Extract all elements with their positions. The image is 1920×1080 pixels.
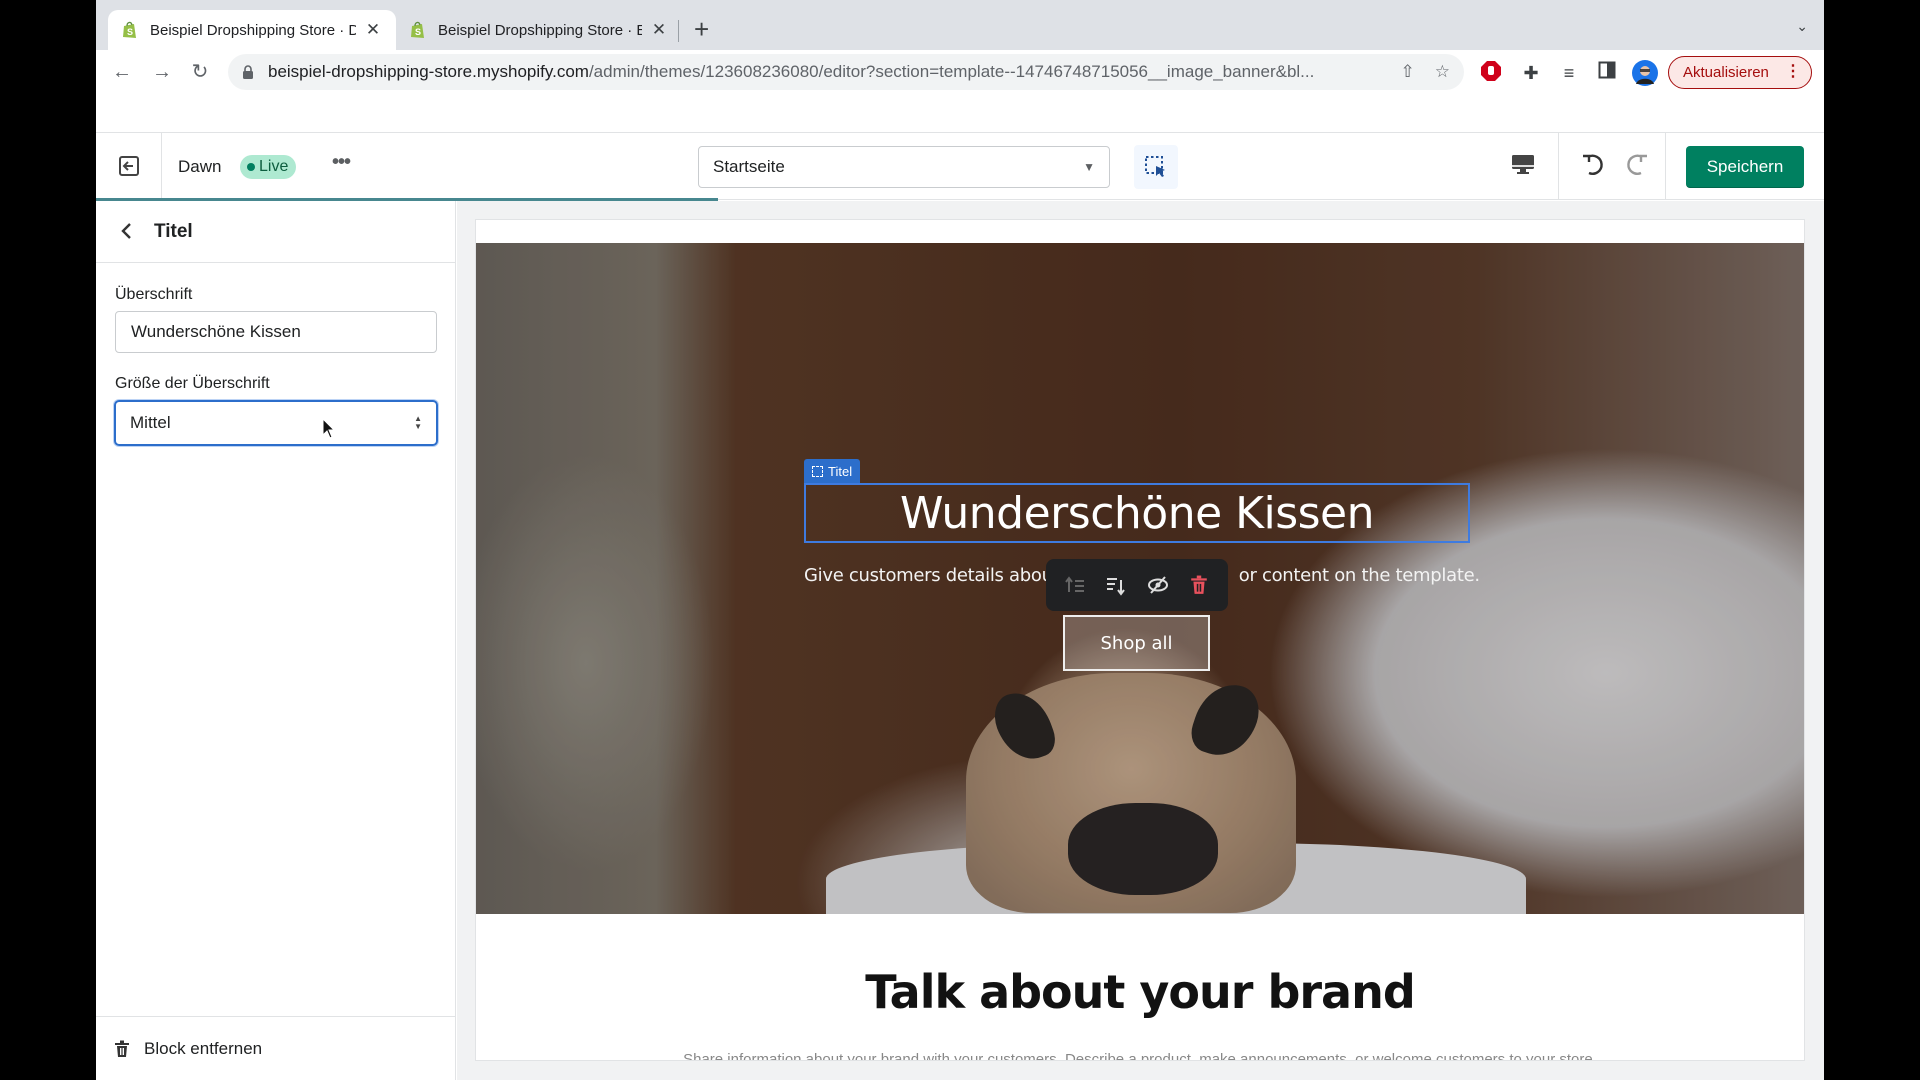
- svg-text:S: S: [415, 27, 421, 37]
- brand-heading: Talk about your brand: [865, 965, 1416, 1019]
- tab-search-icon[interactable]: ⌄: [1796, 18, 1808, 35]
- undo-button[interactable]: [1580, 151, 1610, 181]
- address-bar[interactable]: beispiel-dropshipping-store.myshopify.co…: [228, 54, 1464, 90]
- tab-title: Beispiel Dropshipping Store · E: [438, 21, 642, 39]
- eye-slash-icon: [1147, 576, 1168, 594]
- settings-sidebar: Titel Überschrift Größe der Überschrift …: [96, 201, 456, 1080]
- image-banner[interactable]: Titel Wunderschöne Kissen Give customers…: [476, 243, 1804, 914]
- mouse-cursor: [322, 418, 336, 439]
- share-icon[interactable]: ⇧: [1401, 62, 1415, 82]
- caret-down-icon: ▼: [1083, 160, 1095, 174]
- side-panel-icon[interactable]: [1594, 60, 1620, 86]
- block-icon: [812, 465, 823, 477]
- banner-content: Titel Wunderschöne Kissen Give customers…: [476, 243, 1804, 914]
- tab-title: Beispiel Dropshipping Store · D: [150, 21, 356, 39]
- browser-tab-active[interactable]: S Beispiel Dropshipping Store · D ✕: [108, 10, 396, 50]
- select-arrows-icon: ▲ ▼: [414, 414, 422, 431]
- url-host: beispiel-dropshipping-store.myshopify.co…: [268, 62, 589, 81]
- live-dot: [247, 163, 255, 171]
- profile-avatar[interactable]: [1632, 60, 1658, 86]
- banner-heading: Wunderschöne Kissen: [899, 487, 1375, 539]
- undo-icon: [1583, 154, 1603, 175]
- lock-icon: [243, 65, 253, 79]
- forward-icon[interactable]: →: [148, 58, 176, 86]
- more-actions-button[interactable]: •••: [332, 151, 351, 174]
- trash-icon: [115, 1040, 129, 1057]
- delete-block-button[interactable]: [1186, 572, 1212, 598]
- heading-size-label: Größe der Überschrift: [115, 375, 270, 392]
- divider: [1665, 133, 1666, 199]
- url-path: /admin/themes/123608236080/editor?sectio…: [588, 62, 1315, 81]
- move-down-button[interactable]: [1103, 572, 1129, 598]
- divider: [1558, 133, 1559, 199]
- move-up-button[interactable]: [1062, 572, 1088, 598]
- sidebar-header: Titel: [96, 201, 456, 263]
- block-toolbar: [1046, 559, 1228, 611]
- shopify-icon: S: [123, 21, 136, 38]
- screen-border: [1824, 0, 1920, 1080]
- new-tab-button[interactable]: +: [694, 14, 709, 44]
- svg-text:S: S: [127, 27, 133, 37]
- page-selector[interactable]: Startseite ▼: [698, 146, 1110, 188]
- adblock-icon[interactable]: [1478, 60, 1504, 86]
- heading-size-value: Mittel: [130, 413, 171, 432]
- star-icon[interactable]: ☆: [1435, 62, 1450, 82]
- remove-block-label: Block entfernen: [144, 1038, 263, 1058]
- redo-button[interactable]: [1622, 151, 1652, 181]
- close-icon[interactable]: ✕: [364, 20, 382, 40]
- banner-subtext-right: or content on the template.: [1238, 565, 1480, 586]
- heading-size-select[interactable]: Mittel ▲ ▼: [114, 400, 438, 446]
- desktop-preview-button[interactable]: [1510, 151, 1540, 181]
- browser-toolbar: ← → ↻ beispiel-dropshipping-store.myshop…: [96, 50, 1824, 95]
- tab-separator: [678, 20, 679, 42]
- brand-text: Share information about your brand with …: [476, 1053, 1804, 1060]
- sidebar-title: Titel: [154, 221, 193, 242]
- media-icon[interactable]: ≡: [1556, 60, 1582, 86]
- save-button[interactable]: Speichern: [1686, 146, 1804, 188]
- url-text: beispiel-dropshipping-store.myshopify.co…: [268, 62, 1381, 82]
- live-badge: Live: [240, 155, 297, 179]
- block-label-tag: Titel: [804, 459, 861, 483]
- update-label: Aktualisieren: [1683, 64, 1769, 81]
- update-button[interactable]: Aktualisieren ⋮: [1668, 56, 1812, 89]
- select-element-icon: [1145, 156, 1165, 177]
- move-up-icon: [1064, 576, 1084, 592]
- heading-input[interactable]: [115, 311, 437, 353]
- kebab-menu-icon[interactable]: ⋮: [1785, 62, 1801, 82]
- browser-tabstrip: S Beispiel Dropshipping Store · D ✕ S Be…: [96, 0, 1824, 50]
- reload-icon[interactable]: ↻: [186, 58, 214, 86]
- exit-icon: [118, 156, 139, 176]
- inspector-toggle[interactable]: [1134, 145, 1178, 189]
- theme-name: Dawn: [178, 157, 222, 176]
- live-label: Live: [259, 158, 289, 175]
- page-selector-value: Startseite: [713, 157, 785, 176]
- shop-all-button[interactable]: Shop all: [1063, 615, 1210, 671]
- exit-editor-button[interactable]: [96, 133, 162, 199]
- shopify-icon: S: [411, 21, 424, 38]
- heading-field-label: Überschrift: [115, 286, 193, 303]
- back-icon[interactable]: ←: [108, 58, 136, 86]
- block-label: Titel: [828, 463, 853, 479]
- browser-tab[interactable]: S Beispiel Dropshipping Store · E ✕: [396, 10, 682, 50]
- chevron-left-icon[interactable]: [116, 219, 138, 243]
- move-down-icon: [1107, 578, 1126, 596]
- desktop-icon: [1512, 155, 1534, 174]
- theme-editor-toolbar: Dawn Live ••• Startseite ▼ Speichern: [96, 132, 1824, 200]
- remove-block-button[interactable]: Block entfernen: [96, 1016, 456, 1080]
- banner-subtext-left: Give customers details abou: [804, 565, 1053, 586]
- selected-heading-block[interactable]: Wunderschöne Kissen: [804, 483, 1470, 543]
- redo-icon: [1627, 154, 1647, 175]
- close-icon[interactable]: ✕: [650, 20, 668, 40]
- trash-icon: [1191, 575, 1208, 594]
- extensions-icon[interactable]: ✚: [1518, 60, 1544, 86]
- store-preview-frame[interactable]: Titel Wunderschöne Kissen Give customers…: [476, 220, 1804, 1060]
- hide-block-button[interactable]: [1145, 572, 1171, 598]
